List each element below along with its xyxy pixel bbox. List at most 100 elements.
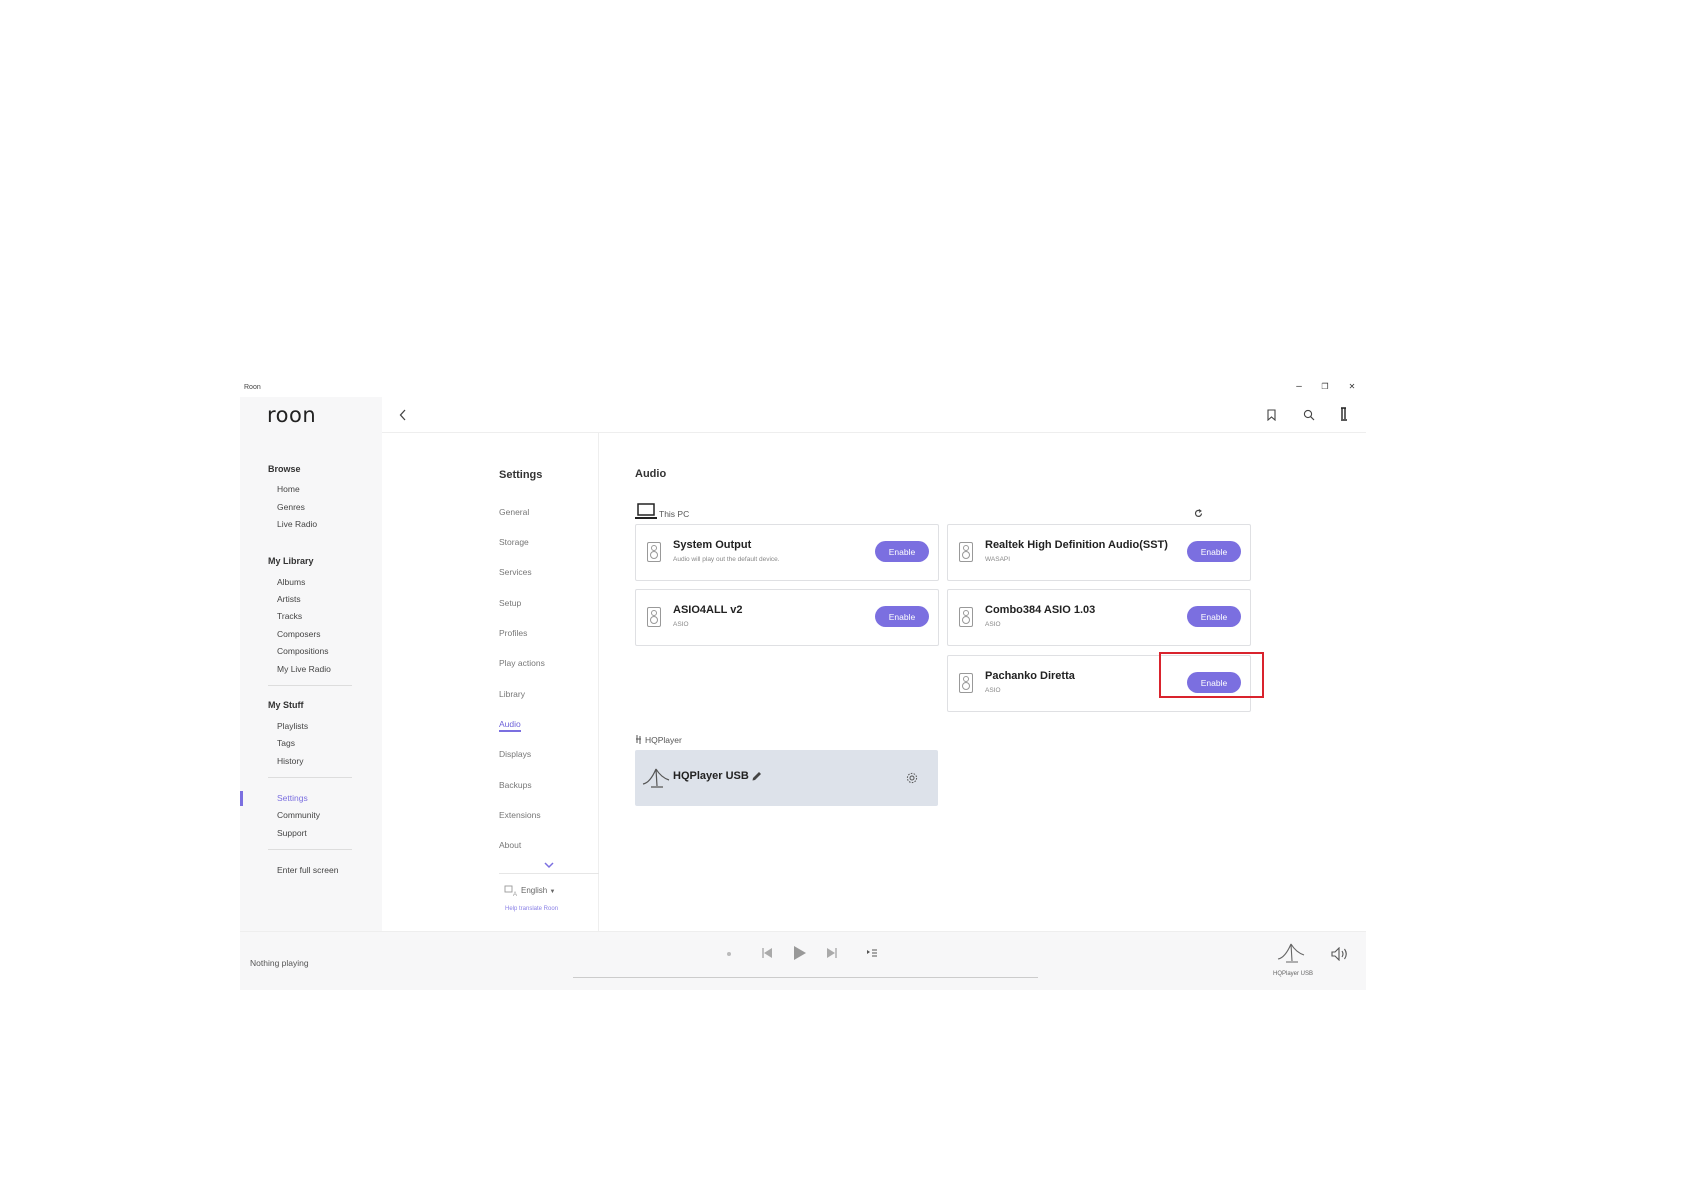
device-card-asio4all: ASIO4ALL v2 ASIO Enable [635,589,939,646]
device-name: System Output [673,539,752,551]
sidebar-item-tags[interactable]: Tags [277,738,295,748]
speaker-icon [959,673,973,693]
top-bar [382,397,1366,433]
sidebar-item-composers[interactable]: Composers [277,629,320,639]
audio-settings: Audio This PC System Output Audio will p… [599,433,1366,931]
profile-icon[interactable] [1339,407,1349,422]
enable-button-asio4all[interactable]: Enable [875,606,929,627]
settings-item-services[interactable]: Services [499,567,532,577]
sidebar-item-history[interactable]: History [277,756,303,766]
now-playing-bar: Nothing playing HQPlayer USB [240,931,1366,990]
svg-text:A: A [513,892,517,897]
settings-menu: Settings General Storage Services Setup … [382,433,599,931]
device-description: Audio will play out the default device. [673,556,780,563]
progress-bar[interactable] [573,977,1038,978]
device-card-system-output: System Output Audio will play out the de… [635,524,939,581]
search-icon[interactable] [1303,409,1315,421]
sidebar-item-tracks[interactable]: Tracks [277,611,302,621]
window-title: Roon [244,384,261,391]
device-name: Combo384 ASIO 1.03 [985,604,1096,616]
language-divider [499,873,599,874]
device-name: ASIO4ALL v2 [673,604,743,616]
chevron-left-icon[interactable] [399,409,407,421]
device-driver: ASIO [985,621,1001,628]
sidebar-item-community[interactable]: Community [277,810,320,820]
hqplayer-logo-icon [642,768,670,788]
sidebar-head-library: My Library [268,556,314,566]
device-card-realtek: Realtek High Definition Audio(SST) WASAP… [947,524,1251,581]
settings-item-about[interactable]: About [499,840,521,850]
sidebar-item-support[interactable]: Support [277,828,307,838]
settings-item-profiles[interactable]: Profiles [499,628,527,638]
sidebar-divider [268,849,352,850]
help-translate-link[interactable]: Help translate Roon [505,906,558,912]
sidebar-item-live-radio[interactable]: Live Radio [277,519,317,529]
sidebar-head-browse: Browse [268,464,301,474]
roon-window: Roon – ❐ ✕ roon Browse Home Genres Live … [240,379,1366,990]
next-track-icon[interactable] [826,947,838,959]
restore-icon[interactable]: ❐ [1318,382,1332,391]
sidebar-divider [268,777,352,778]
edit-icon[interactable] [751,771,762,782]
settings-item-storage[interactable]: Storage [499,537,529,547]
minimize-icon[interactable]: – [1292,381,1306,392]
hqplayer-device-card[interactable]: HQPlayer USB [635,750,938,806]
sidebar-item-playlists[interactable]: Playlists [277,721,308,731]
now-playing-status: Nothing playing [250,958,309,968]
close-icon[interactable]: ✕ [1345,382,1359,391]
language-select[interactable]: English ▼ [521,886,555,895]
settings-item-displays[interactable]: Displays [499,749,531,759]
chevron-down-icon[interactable] [544,862,554,869]
previous-track-icon[interactable] [761,947,773,959]
enable-button-combo384[interactable]: Enable [1187,606,1241,627]
bookmark-icon[interactable] [1267,409,1276,421]
queue-icon[interactable] [866,948,878,958]
gear-icon[interactable] [906,772,918,784]
settings-item-backups[interactable]: Backups [499,780,532,790]
zone-name[interactable]: HQPlayer USB [1262,971,1324,977]
hqplayer-icon [636,735,641,744]
sidebar-head-my-stuff: My Stuff [268,700,304,710]
device-name: Pachanko Diretta [985,670,1075,682]
speaker-icon [959,607,973,627]
language-value: English [521,886,548,895]
hqplayer-zone-icon[interactable] [1276,942,1306,964]
enter-full-screen-link[interactable]: Enter full screen [277,865,338,875]
caret-down-icon: ▼ [549,889,556,895]
sidebar: roon Browse Home Genres Live Radio My Li… [240,397,382,931]
sidebar-item-my-live-radio[interactable]: My Live Radio [277,664,331,674]
settings-item-setup[interactable]: Setup [499,598,521,608]
device-name: Realtek High Definition Audio(SST) [985,539,1168,551]
speaker-icon [647,607,661,627]
hqplayer-device-name: HQPlayer USB [673,770,749,782]
device-card-combo384: Combo384 ASIO 1.03 ASIO Enable [947,589,1251,646]
title-bar: Roon – ❐ ✕ [240,379,1366,397]
settings-item-library[interactable]: Library [499,689,525,699]
sidebar-item-artists[interactable]: Artists [277,594,301,604]
settings-item-extensions[interactable]: Extensions [499,810,541,820]
play-icon[interactable] [793,945,807,961]
settings-title: Settings [499,469,543,481]
sidebar-item-compositions[interactable]: Compositions [277,646,329,656]
this-pc-label: This PC [659,509,690,519]
language-icon: A [504,885,517,897]
enable-button-realtek[interactable]: Enable [1187,541,1241,562]
device-driver: WASAPI [985,556,1011,563]
speaker-icon [959,542,973,562]
enable-button-system-output[interactable]: Enable [875,541,929,562]
settings-item-general[interactable]: General [499,507,529,517]
settings-item-audio[interactable]: Audio [499,719,521,732]
refresh-icon[interactable] [1194,509,1203,518]
roon-logo[interactable]: roon [267,403,316,427]
settings-item-play-actions[interactable]: Play actions [499,658,545,668]
sidebar-item-settings[interactable]: Settings [277,793,308,803]
volume-icon[interactable] [1331,947,1349,961]
audio-title: Audio [635,468,667,480]
sidebar-item-albums[interactable]: Albums [277,577,305,587]
sidebar-item-home[interactable]: Home [277,484,300,494]
hqplayer-label: HQPlayer [645,735,682,745]
laptop-icon [635,503,657,519]
sidebar-item-genres[interactable]: Genres [277,502,305,512]
device-driver: ASIO [985,687,1001,694]
shuffle-icon[interactable] [726,951,732,957]
